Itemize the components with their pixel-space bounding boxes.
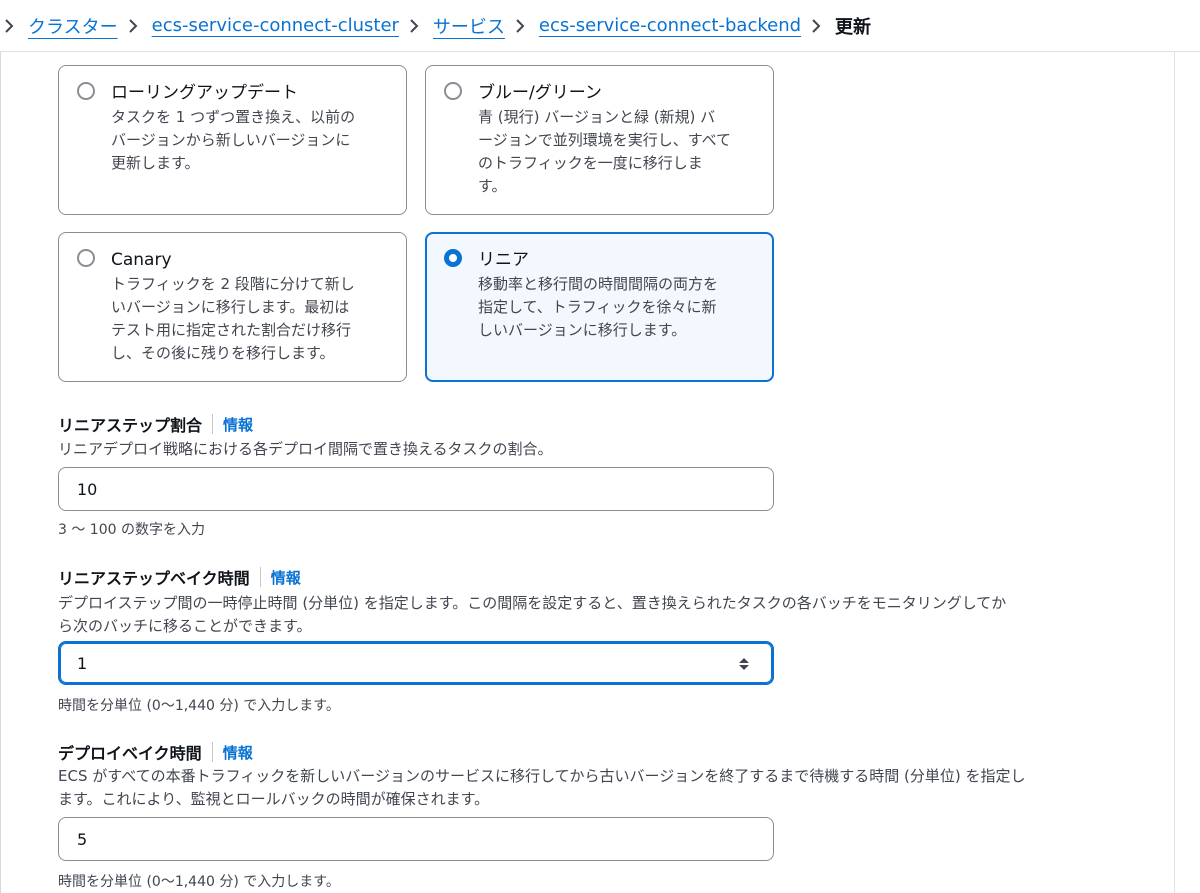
radio-button[interactable]	[77, 82, 95, 100]
field-label: リニアステップベイク時間	[58, 569, 250, 588]
option-title: リニア	[478, 250, 529, 270]
chevron-right-icon	[811, 18, 821, 34]
option-card-blue-green[interactable]: ブルー/グリーン 青 (現行) バージョンと緑 (新規) バ ージョンで並列環境…	[425, 65, 774, 215]
radio-button[interactable]	[444, 82, 462, 100]
option-title: Canary	[111, 250, 172, 270]
breadcrumb-link-cluster-name[interactable]: ecs-service-connect-cluster	[152, 15, 399, 36]
field-hint: 3 ～ 100 の数字を入力	[58, 522, 205, 538]
divider	[211, 742, 213, 762]
linear-bake-time-input[interactable]	[58, 641, 774, 685]
chevron-right-icon	[515, 18, 525, 34]
info-link[interactable]: 情報	[223, 414, 253, 435]
option-description: トラフィックを 2 段階に分けて新し いバージョンに移行します。最初は テスト用…	[111, 275, 355, 362]
field-description: デプロイステップ間の一時停止時間 (分単位) を指定します。この間隔を設定すると…	[58, 594, 1007, 635]
radio-button[interactable]	[77, 249, 95, 267]
field-label: リニアステップ割合	[58, 416, 203, 435]
divider	[212, 414, 214, 434]
option-title: ブルー/グリーン	[478, 83, 602, 103]
field-description: リニアデプロイ戦略における各デプロイ間隔で置き換えるタスクの割合。	[58, 440, 553, 458]
linear-step-label-row: リニアステップ割合 情報	[58, 412, 253, 436]
chevron-right-icon	[4, 18, 14, 34]
option-description: 青 (現行) バージョンと緑 (新規) バ ージョンで並列環境を実行し、すべて …	[478, 108, 732, 195]
number-stepper[interactable]	[734, 651, 754, 677]
field-description: ECS がすべての本番トラフィックを新しいバージョンのサービスに移行してから古い…	[58, 767, 1026, 808]
linear-step-percentage-input[interactable]	[58, 467, 774, 511]
field-label: デプロイベイク時間	[58, 744, 202, 763]
left-border	[0, 52, 1, 893]
option-card-canary[interactable]: Canary トラフィックを 2 段階に分けて新し いバージョンに移行します。最…	[58, 232, 407, 382]
field-hint: 時間を分単位 (0〜1,440 分) で入力します。	[58, 698, 340, 714]
field-hint: 時間を分単位 (0〜1,440 分) で入力します。	[58, 874, 340, 890]
option-description: 移動率と移行間の時間間隔の両方を 指定して、トラフィックを徐々に新 しいバージョ…	[478, 275, 719, 339]
option-card-linear[interactable]: リニア 移動率と移行間の時間間隔の両方を 指定して、トラフィックを徐々に新 しい…	[425, 232, 774, 382]
chevron-right-icon	[409, 18, 419, 34]
breadcrumb-link-clusters[interactable]: クラスター	[28, 13, 118, 39]
info-link[interactable]: 情報	[223, 742, 253, 763]
breadcrumb-link-services[interactable]: サービス	[433, 13, 505, 39]
breadcrumb: クラスター ecs-service-connect-cluster サービス e…	[0, 0, 1200, 52]
stepper-down-icon[interactable]	[738, 665, 750, 671]
deploy-bake-label-row: デプロイベイク時間 情報	[58, 740, 253, 764]
divider	[259, 567, 261, 587]
option-title: ローリングアップデート	[111, 83, 298, 103]
info-link[interactable]: 情報	[271, 567, 301, 588]
stepper-up-icon[interactable]	[738, 657, 750, 663]
option-card-rolling-update[interactable]: ローリングアップデート タスクを 1 つずつ置き換え、以前の バージョンから新し…	[58, 65, 407, 215]
breadcrumb-link-service-name[interactable]: ecs-service-connect-backend	[539, 15, 801, 36]
chevron-right-icon	[128, 18, 138, 34]
right-border	[1174, 52, 1175, 893]
radio-button-selected[interactable]	[444, 249, 462, 267]
option-description: タスクを 1 つずつ置き換え、以前の バージョンから新しいバージョンに 更新しま…	[111, 108, 356, 172]
deploy-bake-time-input[interactable]	[58, 817, 774, 861]
linear-bake-label-row: リニアステップベイク時間 情報	[58, 565, 301, 589]
breadcrumb-current: 更新	[835, 16, 872, 38]
